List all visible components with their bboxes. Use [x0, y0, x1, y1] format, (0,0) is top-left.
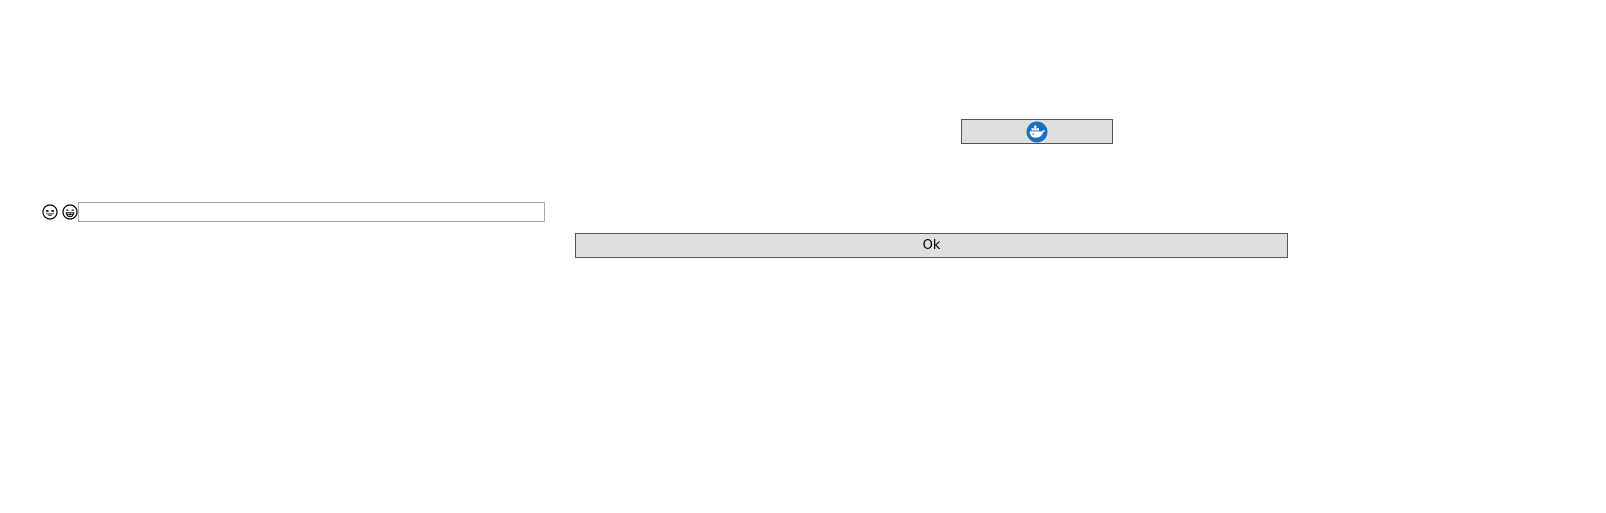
ok-button[interactable]: Ok: [575, 233, 1288, 258]
page: Ok: [0, 0, 1606, 513]
grinning-squinting-face-icon[interactable]: [42, 204, 58, 220]
whale-container-icon: [1026, 121, 1048, 143]
text-input[interactable]: [78, 202, 545, 222]
whale-icon-button[interactable]: [961, 119, 1113, 144]
beaming-face-icon[interactable]: [62, 204, 78, 220]
